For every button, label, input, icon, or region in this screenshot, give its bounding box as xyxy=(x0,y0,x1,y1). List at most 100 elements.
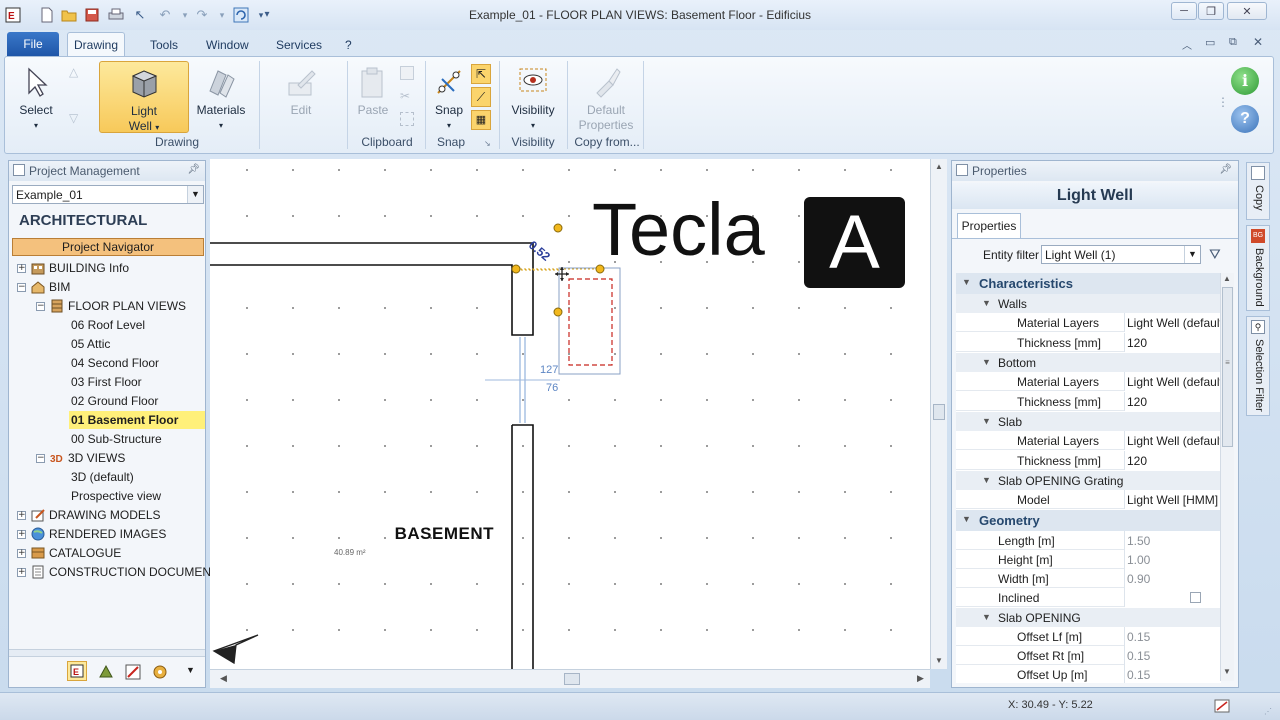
properties-scroll-thumb[interactable]: ≡ xyxy=(1222,287,1233,447)
group-slab-opening[interactable]: ▼ Slab OPENING xyxy=(956,608,1221,627)
select-button[interactable]: Select ▾ xyxy=(15,65,57,133)
group-slab[interactable]: ▼ Slab xyxy=(956,412,1221,431)
snap-line-icon[interactable]: ⟋ xyxy=(471,87,491,107)
prop-bottom-thickness[interactable]: Thickness [mm] 120 xyxy=(956,392,1221,411)
filter-icon[interactable]: ⛛ xyxy=(1209,246,1221,263)
entity-filter-select[interactable]: Light Well (1) ▼ xyxy=(1041,245,1201,264)
group-bottom[interactable]: ▼ Bottom xyxy=(956,353,1221,372)
canvas-h-scrollbar[interactable]: ◀ ▶ xyxy=(210,669,930,688)
category-characteristics[interactable]: ▼ Characteristics xyxy=(956,273,1221,294)
structural-mode-icon[interactable] xyxy=(97,663,115,684)
tab-help[interactable]: ? xyxy=(339,34,358,56)
group-walls[interactable]: ▼ Walls xyxy=(956,294,1221,313)
prop-offset-up[interactable]: Offset Up [m] 0.15 xyxy=(956,665,1221,683)
project-navigator-bar[interactable]: Project Navigator xyxy=(12,238,204,256)
expand-icon[interactable]: + xyxy=(17,529,26,539)
paste-button[interactable]: Paste xyxy=(355,65,391,118)
properties-scrollbar[interactable]: ▲ ≡ ▼ xyxy=(1220,273,1234,681)
tree-item-building-info[interactable]: + BUILDING Info xyxy=(17,259,129,277)
close-button[interactable]: ✕ xyxy=(1227,2,1267,20)
edit-button[interactable]: Edit xyxy=(281,65,321,118)
doc-minimize-icon[interactable]: ▭ xyxy=(1205,36,1215,49)
restore-button[interactable]: ❐ xyxy=(1198,2,1224,20)
project-selector[interactable]: Example_01 ▼ xyxy=(12,185,204,204)
prop-offset-lf[interactable]: Offset Lf [m] 0.15 xyxy=(956,627,1221,646)
tab-properties[interactable]: Properties xyxy=(957,213,1021,239)
settings-mode-icon[interactable] xyxy=(151,663,169,684)
prop-walls-thickness[interactable]: Thickness [mm] 120 xyxy=(956,333,1221,352)
tree-item-floor[interactable]: 06 Roof Level xyxy=(71,316,145,334)
tree-item-3d-view[interactable]: 3D (default) xyxy=(71,468,134,486)
prop-model[interactable]: ModelLight Well [HMM] (C xyxy=(956,490,1221,509)
v-scroll-thumb[interactable] xyxy=(933,404,945,420)
side-tab-selection-filter[interactable]: ⚲ Selection Filter xyxy=(1246,316,1270,416)
architectural-mode-icon[interactable]: E xyxy=(67,661,87,681)
drawing-canvas[interactable]: 0.52 127 76 BASEMENT 40.89 m² Tecla A xyxy=(210,159,930,669)
help-icon[interactable]: ? xyxy=(1231,105,1259,133)
panel-h-scrollbar[interactable] xyxy=(9,649,205,657)
file-menu[interactable]: File xyxy=(7,32,59,56)
canvas-v-scrollbar[interactable]: ▲ ▼ xyxy=(930,159,947,669)
info-icon[interactable]: i xyxy=(1231,67,1259,95)
minimize-button[interactable]: ─ xyxy=(1171,2,1197,20)
tree-item-3d-views[interactable]: − 3D 3D VIEWS xyxy=(36,449,125,467)
copy-icon[interactable] xyxy=(400,66,414,80)
tree-item-floor[interactable]: 02 Ground Floor xyxy=(71,392,158,410)
side-tab-background[interactable]: BG Background xyxy=(1246,225,1270,311)
prop-bottom-material[interactable]: Material Layers Light Well (default) xyxy=(956,372,1221,391)
tree-item-floor-selected[interactable]: 01 Basement Floor xyxy=(69,411,205,429)
tree-item-floor[interactable]: 03 First Floor xyxy=(71,373,142,391)
down-arrow-icon[interactable]: ▽ xyxy=(69,111,78,125)
light-well-button[interactable]: Light Well ▾ xyxy=(99,61,189,133)
visibility-button[interactable]: Visibility ▾ xyxy=(507,65,559,133)
tab-tools[interactable]: Tools xyxy=(144,34,184,56)
tree-item-catalogue[interactable]: + CATALOGUE xyxy=(17,544,121,562)
expand-icon[interactable]: + xyxy=(17,567,26,577)
group-slab-opening-grating[interactable]: ▼ Slab OPENING Grating xyxy=(956,471,1221,490)
tree-item-construction-documents[interactable]: + CONSTRUCTION DOCUMENTS S xyxy=(17,563,238,581)
cut-icon[interactable]: ✂ xyxy=(400,89,410,103)
snap-settings-icon[interactable]: ↘ xyxy=(484,139,491,148)
inclined-checkbox[interactable] xyxy=(1190,592,1201,603)
tab-services[interactable]: Services xyxy=(270,34,328,56)
prop-inclined[interactable]: Inclined xyxy=(956,588,1221,607)
chevron-down-icon[interactable]: ▼ xyxy=(1184,246,1200,263)
tree-item-floor[interactable]: 00 Sub-Structure xyxy=(71,430,162,448)
tree-item-floor[interactable]: 05 Attic xyxy=(71,335,110,353)
h-scroll-thumb[interactable] xyxy=(564,673,580,685)
collapse-icon[interactable]: − xyxy=(17,282,26,292)
tab-window[interactable]: Window xyxy=(200,34,255,56)
tree-item-bim[interactable]: − BIM xyxy=(17,278,70,296)
ribbon-collapse-icon[interactable]: ︿ xyxy=(1182,37,1192,52)
prop-offset-rt[interactable]: Offset Rt [m] 0.15 xyxy=(956,646,1221,665)
tree-item-drawing-models[interactable]: + DRAWING MODELS xyxy=(17,506,161,524)
expand-icon[interactable]: + xyxy=(17,510,26,520)
expand-icon[interactable]: + xyxy=(17,548,26,558)
up-arrow-icon[interactable]: △ xyxy=(69,65,78,79)
prop-slab-thickness[interactable]: Thickness [mm] 120 xyxy=(956,451,1221,470)
tree-item-3d-view[interactable]: Prospective view xyxy=(71,487,161,505)
snap-endpoint-icon[interactable]: ⇱ xyxy=(471,64,491,84)
pin-icon[interactable]: 📌︎ xyxy=(1219,164,1232,175)
doc-restore-icon[interactable]: ⧉ xyxy=(1229,36,1237,49)
ribbon-more-icon[interactable]: ⋮ xyxy=(1217,95,1229,109)
resize-grip-icon[interactable]: ⋰ xyxy=(1264,707,1272,716)
prop-length[interactable]: Length [m] 1.50 xyxy=(956,531,1221,550)
collapse-icon[interactable]: − xyxy=(36,301,45,311)
expand-icon[interactable]: + xyxy=(17,263,26,273)
snap-grid-icon[interactable]: ▦ xyxy=(471,110,491,130)
pin-icon[interactable]: 📌︎ xyxy=(187,164,200,175)
prop-height[interactable]: Height [m] 1.00 xyxy=(956,550,1221,569)
select-all-icon[interactable] xyxy=(400,112,414,126)
category-geometry[interactable]: ▼ Geometry xyxy=(956,510,1221,531)
materials-button[interactable]: Materials ▾ xyxy=(195,65,247,133)
default-properties-button[interactable]: Default Properties xyxy=(573,65,639,133)
prop-slab-material[interactable]: Material Layers Light Well (default) xyxy=(956,431,1221,450)
collapse-icon[interactable]: − xyxy=(36,453,45,463)
snap-button[interactable]: Snap ▾ xyxy=(431,65,467,133)
status-settings-icon[interactable] xyxy=(1214,698,1230,714)
tab-drawing[interactable]: Drawing xyxy=(67,32,126,57)
prop-width[interactable]: Width [m] 0.90 xyxy=(956,569,1221,588)
tree-item-floor[interactable]: 04 Second Floor xyxy=(71,354,159,372)
mep-mode-icon[interactable] xyxy=(124,663,142,684)
